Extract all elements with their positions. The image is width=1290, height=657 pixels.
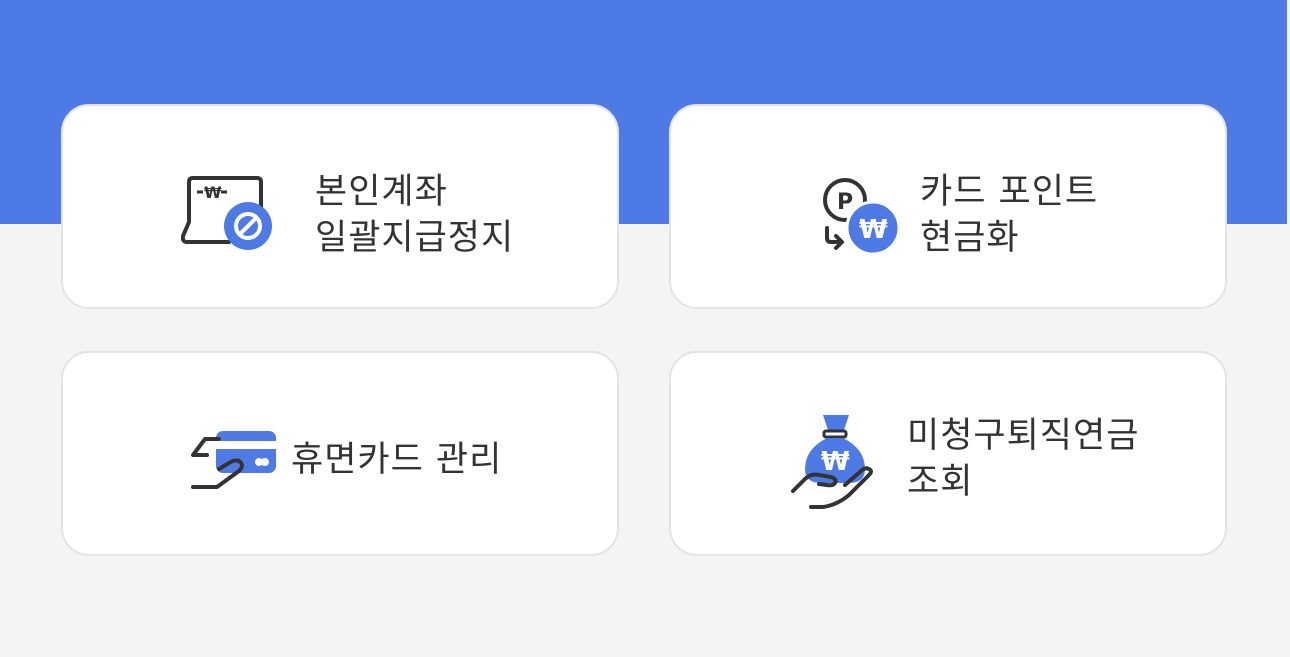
menu-card-unclaimed-pension[interactable]: ₩ 미청구퇴직연금 조회 [669,351,1227,556]
menu-card-label: 카드 포인트 현금화 [920,172,1099,258]
laptop-won-block-icon: ₩ [181,176,272,250]
svg-text:₩: ₩ [859,215,888,245]
menu-card-label: 미청구퇴직연금 조회 [907,416,1140,502]
menu-card-account-payment-stop[interactable]: ₩ 본인계좌 일괄지급정지 [61,104,619,309]
menu-card-dormant-card[interactable]: 휴면카드 관리 [61,351,619,556]
svg-text:₩: ₩ [204,183,222,202]
hand-card-icon [191,431,276,489]
point-to-won-icon: P ₩ [823,178,901,256]
menu-card-label: 본인계좌 일괄지급정지 [315,172,515,258]
svg-text:₩: ₩ [821,447,850,477]
svg-text:P: P [837,190,853,215]
menu-card-card-point-cash[interactable]: P ₩ 카드 포인트 현금화 [669,104,1227,309]
money-bag-hand-icon: ₩ [791,415,873,509]
menu-card-label: 휴면카드 관리 [291,440,503,480]
